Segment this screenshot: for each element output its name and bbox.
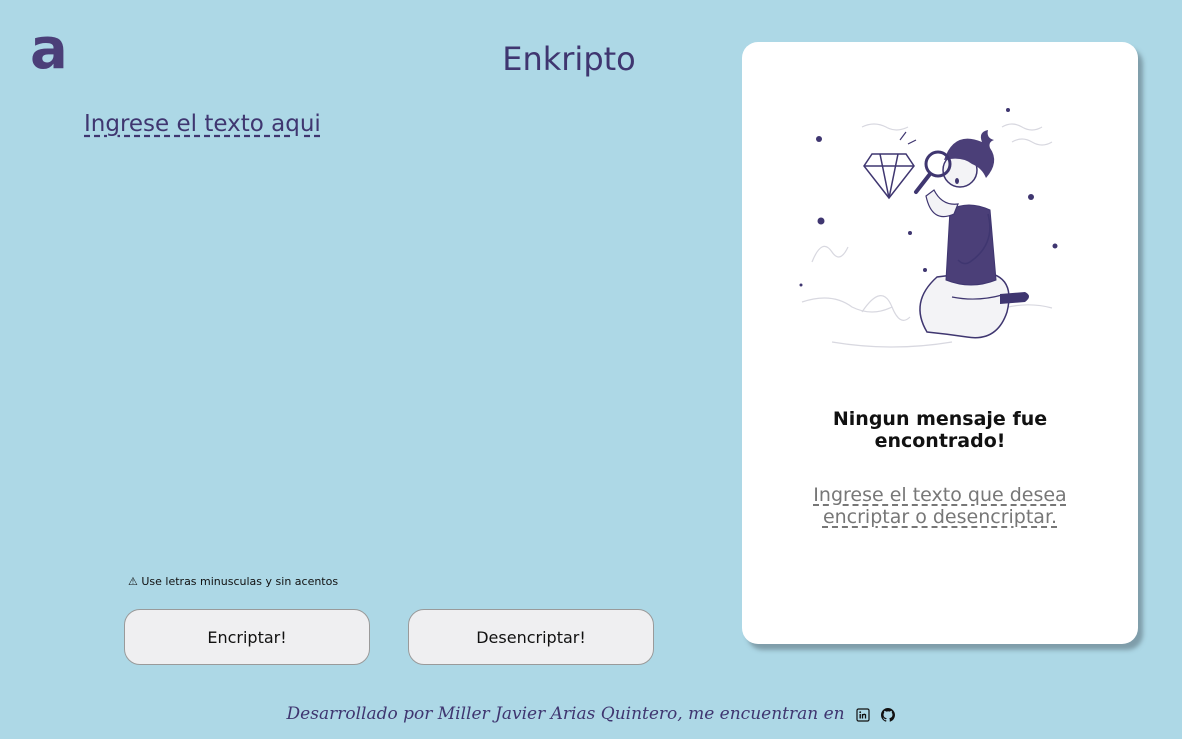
- no-message-title: Ningun mensaje fue encontrado!: [832, 408, 1048, 452]
- search-illustration: [799, 108, 1058, 348]
- result-card: Ningun mensaje fue encontrado! Ingrese e…: [742, 42, 1138, 644]
- footer-text: Desarrollado por Miller Javier Arias Qui…: [286, 704, 845, 724]
- warning-note: ⚠ Use letras minusculas y sin acentos: [128, 575, 339, 588]
- linkedin-icon[interactable]: [856, 707, 870, 722]
- decrypt-button[interactable]: Desencriptar!: [408, 609, 654, 665]
- no-message-subtitle: Ingrese el texto que desea encriptar o d…: [813, 484, 1067, 528]
- text-input[interactable]: [82, 108, 646, 552]
- encrypt-button[interactable]: Encriptar!: [124, 609, 370, 665]
- footer: Desarrollado por Miller Javier Arias Qui…: [0, 704, 1182, 724]
- page: a Enkripto Ingrese el texto aqui ⚠ Use l…: [0, 0, 1182, 739]
- github-icon[interactable]: [881, 707, 896, 722]
